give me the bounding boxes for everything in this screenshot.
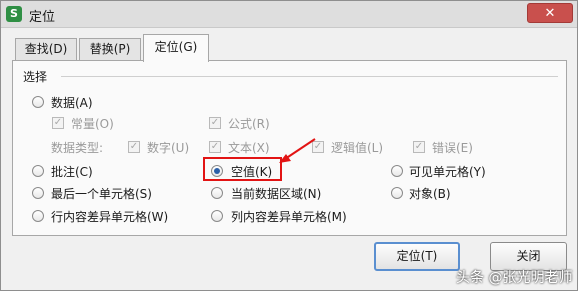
annotation-arrow-icon xyxy=(279,138,316,163)
label-text: 文本(X) xyxy=(228,141,270,155)
label-error: 错误(E) xyxy=(432,141,473,155)
radio-current-region[interactable] xyxy=(211,187,223,199)
checkbox-number[interactable]: ✓ xyxy=(128,141,140,153)
label-last-cell: 最后一个单元格(S) xyxy=(51,187,152,201)
checkbox-text[interactable]: ✓ xyxy=(209,141,221,153)
checkbox-constant[interactable]: ✓ xyxy=(52,117,64,129)
radio-row-differences[interactable] xyxy=(32,210,44,222)
checkbox-formula[interactable]: ✓ xyxy=(209,117,221,129)
wps-app-icon: S xyxy=(6,6,22,22)
label-visible-cells: 可见单元格(Y) xyxy=(409,165,486,179)
label-row-differences: 行内容差异单元格(W) xyxy=(51,210,169,224)
radio-objects[interactable] xyxy=(391,187,403,199)
radio-comment[interactable] xyxy=(32,165,44,177)
group-label-select: 选择 xyxy=(23,68,52,85)
label-data: 数据(A) xyxy=(51,96,93,110)
checkbox-error[interactable]: ✓ xyxy=(413,141,425,153)
tab-find[interactable]: 查找(D) xyxy=(15,38,77,60)
label-number: 数字(U) xyxy=(147,141,190,155)
label-formula: 公式(R) xyxy=(228,117,270,131)
label-current-region: 当前数据区域(N) xyxy=(231,187,322,201)
label-constant: 常量(O) xyxy=(71,117,114,131)
tab-replace[interactable]: 替换(P) xyxy=(79,38,141,60)
radio-visible-cells[interactable] xyxy=(391,165,403,177)
radio-column-differences[interactable] xyxy=(211,210,223,222)
label-comment: 批注(C) xyxy=(51,165,93,179)
title-bar: S 定位 ✕ xyxy=(1,1,577,28)
label-data-type: 数据类型: xyxy=(51,141,104,155)
label-column-differences: 列内容差异单元格(M) xyxy=(231,210,347,224)
window-title: 定位 xyxy=(29,10,56,25)
label-objects: 对象(B) xyxy=(409,187,451,201)
group-divider xyxy=(61,76,558,77)
locate-dialog: S 定位 ✕ 查找(D) 替换(P) 定位(G) 选择 数据(A) ✓ 常量(O… xyxy=(0,0,578,291)
tab-goto[interactable]: 定位(G) xyxy=(143,34,209,62)
radio-last-cell[interactable] xyxy=(32,187,44,199)
close-window-button[interactable]: ✕ xyxy=(527,3,573,23)
radio-data[interactable] xyxy=(32,96,44,108)
locate-button[interactable]: 定位(T) xyxy=(374,242,460,271)
watermark: 头条 @张光明老师 xyxy=(456,270,573,286)
label-logical: 逻辑值(L) xyxy=(331,141,384,155)
